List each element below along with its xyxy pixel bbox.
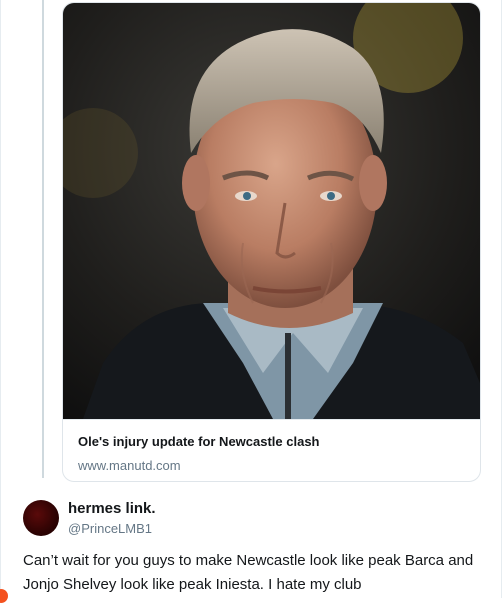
reply-tweet-text: Can’t wait for you guys to make Newcastl… [23, 552, 474, 593]
link-preview-card[interactable]: Ole's injury update for Newcastle clash … [62, 2, 481, 482]
thread-connector-line [42, 0, 44, 478]
link-card-title[interactable]: Ole's injury update for Newcastle clash [78, 434, 320, 449]
link-card-meta[interactable]: Ole's injury update for Newcastle clash … [63, 419, 480, 481]
reply-handle[interactable]: @PrinceLMB1 [68, 521, 152, 536]
frame-left-border [0, 0, 1, 598]
avatar[interactable] [23, 500, 59, 536]
reply-display-name[interactable]: hermes link. [68, 500, 156, 517]
link-card-image[interactable] [63, 3, 480, 419]
link-card-domain: www.manutd.com [78, 458, 181, 473]
notification-dot [0, 589, 8, 603]
